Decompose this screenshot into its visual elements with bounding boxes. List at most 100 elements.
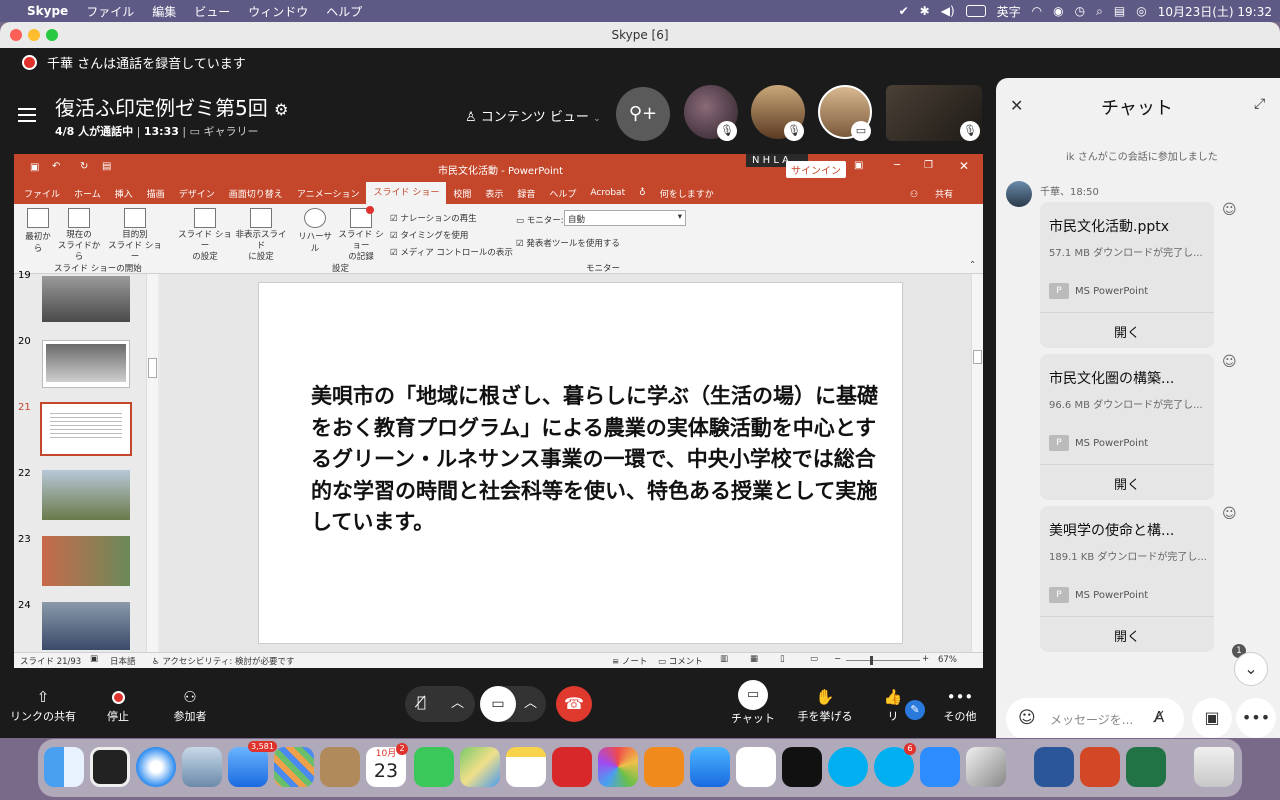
- slide-thumbnail[interactable]: [42, 470, 130, 520]
- siri-icon[interactable]: ◎: [1136, 4, 1146, 18]
- format-text-icon[interactable]: A̸: [1154, 708, 1164, 726]
- language-label[interactable]: 日本語: [110, 655, 136, 667]
- participants-button[interactable]: ⚇ 参加者: [170, 686, 210, 724]
- ppt-tab-draw[interactable]: 描画: [140, 187, 172, 200]
- more-options-button[interactable]: ••• その他: [940, 686, 980, 724]
- presenter-view-checkbox[interactable]: ☑ 発表者ツールを使用する: [516, 237, 620, 249]
- search-icon[interactable]: ⌕: [1096, 4, 1103, 19]
- excel-icon[interactable]: [1126, 747, 1166, 787]
- zoom-window-button[interactable]: [46, 29, 58, 41]
- slide-thumbnail[interactable]: [42, 602, 130, 650]
- open-file-button[interactable]: 開く: [1040, 312, 1214, 341]
- timemachine-icon[interactable]: ◷: [1075, 4, 1085, 18]
- messages-icon[interactable]: [414, 747, 454, 787]
- reading-view-icon[interactable]: ▯: [780, 654, 785, 664]
- from-start-button[interactable]: 最初から: [22, 208, 54, 254]
- notes-icon[interactable]: [506, 747, 546, 787]
- minimize-window-button[interactable]: [28, 29, 40, 41]
- mail-icon[interactable]: [228, 747, 268, 787]
- file-card[interactable]: 市民文化圏の構築... 96.6 MB ダウンロードが完了し... P MS Po…: [1040, 354, 1214, 500]
- zoom-icon[interactable]: [920, 747, 960, 787]
- slide-body-text[interactable]: 美唄市の「地域に根ざし、暮らしに学ぶ（生活の場）に基礎をおく教育プログラム」によ…: [311, 381, 881, 539]
- prism-icon[interactable]: [966, 747, 1006, 787]
- trash-icon[interactable]: [1194, 747, 1234, 787]
- close-chat-icon[interactable]: ✕: [1010, 96, 1023, 115]
- accessibility-status[interactable]: ♿ アクセシビリティ: 検討が必要です: [152, 655, 294, 667]
- menubar-clock[interactable]: 10月23日(土) 19:32: [1158, 3, 1272, 20]
- menu-window[interactable]: ウィンドウ: [239, 3, 317, 20]
- slide-thumbnail[interactable]: [42, 340, 130, 388]
- hide-slide-button[interactable]: 非表示スライド に設定: [232, 208, 290, 263]
- video-options-chevron[interactable]: ︿: [524, 692, 537, 711]
- app-store-icon[interactable]: [690, 747, 730, 787]
- thumbnail-scrollbar[interactable]: [146, 274, 158, 652]
- contacts-icon[interactable]: [320, 747, 360, 787]
- end-call-button[interactable]: ☎: [556, 686, 592, 722]
- menu-view[interactable]: ビュー: [185, 3, 239, 20]
- reaction-icon[interactable]: ☺: [1222, 506, 1237, 522]
- zoom-in-button[interactable]: +: [922, 654, 929, 664]
- gallery-view-label[interactable]: ギャラリー: [203, 125, 258, 138]
- slide-thumbnail-selected[interactable]: [40, 402, 132, 456]
- bluetooth-icon[interactable]: ✱: [920, 4, 930, 18]
- screenshot-app-icon[interactable]: [90, 747, 130, 787]
- share-link-button[interactable]: ⇧ リンクの共有: [10, 686, 76, 724]
- notes-button[interactable]: ≡ ノート: [612, 655, 647, 667]
- finder-icon[interactable]: [44, 747, 84, 787]
- file-name[interactable]: 美唄学の使命と構...: [1049, 520, 1174, 540]
- reaction-icon[interactable]: ☺: [1222, 202, 1237, 218]
- file-card[interactable]: 美唄学の使命と構... 189.1 KB ダウンロードが完了し... P MS P…: [1040, 506, 1214, 652]
- launchpad-icon[interactable]: [274, 747, 314, 787]
- wifi-icon[interactable]: ◠: [1032, 4, 1042, 18]
- emoji-icon[interactable]: ☺: [1018, 708, 1036, 728]
- narration-checkbox[interactable]: ☑ ナレーションの再生: [390, 212, 477, 224]
- ppt-tab-transitions[interactable]: 画面切り替え: [222, 187, 290, 200]
- zoom-slider[interactable]: [846, 656, 920, 665]
- more-chat-options-button[interactable]: •••: [1236, 698, 1276, 738]
- skype-icon[interactable]: [828, 747, 868, 787]
- menu-app-name[interactable]: Skype: [18, 4, 77, 18]
- mic-muted-button[interactable]: 🎙̸: [417, 693, 426, 711]
- close-icon[interactable]: ✕: [959, 159, 969, 173]
- ppt-tab-insert[interactable]: 挿入: [108, 187, 140, 200]
- open-file-button[interactable]: 開く: [1040, 616, 1214, 645]
- scroll-down-button[interactable]: ⌄: [1234, 652, 1268, 686]
- ppt-tab-view[interactable]: 表示: [478, 187, 510, 200]
- current-slide[interactable]: 美唄市の「地域に根ざし、暮らしに学ぶ（生活の場）に基礎をおく教育プログラム」によ…: [258, 282, 903, 644]
- present-icon[interactable]: ▤: [102, 161, 111, 172]
- ppt-tab-file[interactable]: ファイル: [14, 187, 67, 200]
- settings-gear-icon[interactable]: ⚙: [274, 100, 288, 119]
- battery-icon[interactable]: [965, 5, 986, 17]
- volume-icon[interactable]: ◀): [941, 4, 955, 18]
- stop-recording-button[interactable]: 停止: [98, 686, 138, 724]
- ppt-tab-slideshow[interactable]: スライド ショー: [366, 182, 447, 204]
- raise-hand-button[interactable]: ✋ 手を挙げる: [794, 686, 856, 724]
- record-slideshow-button[interactable]: スライド ショー の記録: [336, 206, 386, 263]
- menu-icon[interactable]: [18, 108, 36, 122]
- zoom-out-button[interactable]: −: [834, 654, 841, 664]
- ppt-tab-review[interactable]: 校閲: [446, 187, 478, 200]
- mic-options-chevron[interactable]: ︿: [451, 692, 464, 711]
- chat-button[interactable]: ▭ チャット: [728, 680, 778, 726]
- ppt-tab-help[interactable]: ヘルプ: [542, 187, 583, 200]
- menu-edit[interactable]: 編集: [143, 3, 185, 20]
- undo-icon[interactable]: ↶: [52, 161, 60, 172]
- reaction-icon[interactable]: ☺: [1222, 354, 1237, 370]
- normal-view-icon[interactable]: ▥: [720, 654, 728, 664]
- restore-icon[interactable]: ❐: [924, 160, 933, 171]
- slide-scrollbar[interactable]: [971, 274, 983, 652]
- expand-icon[interactable]: ⤢: [1254, 96, 1265, 112]
- books-icon[interactable]: [644, 747, 684, 787]
- save-icon[interactable]: ▣: [30, 162, 39, 173]
- ppt-tab-design[interactable]: デザイン: [172, 187, 222, 200]
- ppt-tab-home[interactable]: ホーム: [67, 187, 108, 200]
- checkmark-icon[interactable]: ✔: [899, 4, 909, 18]
- word-icon[interactable]: [1034, 747, 1074, 787]
- media-controls-checkbox[interactable]: ☑ メディア コントロールの表示: [390, 246, 513, 258]
- monitor-select[interactable]: 自動 ▾: [564, 210, 686, 226]
- control-center-icon[interactable]: ▤: [1114, 4, 1125, 18]
- setup-slideshow-button[interactable]: スライド ショー の設定: [178, 208, 232, 263]
- collapse-ribbon-icon[interactable]: ⌃: [969, 260, 976, 270]
- ppt-tab-record[interactable]: 録音: [510, 187, 542, 200]
- menu-help[interactable]: ヘルプ: [317, 3, 371, 20]
